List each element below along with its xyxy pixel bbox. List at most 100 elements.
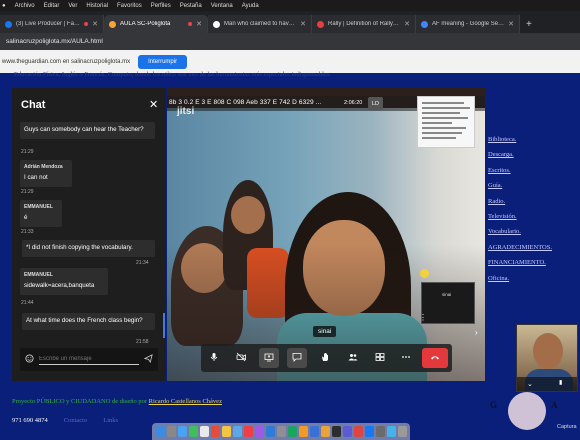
microphone-button[interactable] <box>204 348 224 368</box>
interrupt-button[interactable]: Interrumpir <box>138 54 188 69</box>
more-options-button[interactable] <box>396 348 416 368</box>
chat-message-input[interactable] <box>39 354 139 365</box>
notes-icon[interactable] <box>222 426 231 437</box>
facebook-app-icon[interactable] <box>365 426 374 437</box>
tab-rally-definition[interactable]: Rally | Definition of Rally by M... ✕ <box>312 15 416 33</box>
credit-text: Proyecto PÚBLICO y CIUDADANO de diseño p… <box>12 398 148 405</box>
new-tab-button[interactable]: + <box>520 19 538 33</box>
mail-icon[interactable] <box>200 426 209 437</box>
link-biblioteca[interactable]: Biblioteca. <box>488 136 552 143</box>
app-store-icon[interactable] <box>266 426 275 437</box>
keynote-icon[interactable] <box>310 426 319 437</box>
site-favicon-icon <box>109 20 116 28</box>
menu-archivo[interactable]: Archivo <box>15 3 35 9</box>
close-tab-icon[interactable]: ✕ <box>300 20 306 28</box>
messages-icon[interactable] <box>189 426 198 437</box>
tab-live-producer[interactable]: (3) Live Producer | Faceb... ✕ <box>0 15 104 33</box>
preview-icon[interactable] <box>376 426 385 437</box>
menu-historial[interactable]: Historial <box>86 3 108 9</box>
google-icon <box>421 20 428 28</box>
numbers-icon[interactable] <box>288 426 297 437</box>
downloads-icon[interactable] <box>387 426 396 437</box>
chat-message: EMMANUEL é <box>20 200 62 228</box>
tab-title: Rally | Definition of Rally by M... <box>328 21 400 27</box>
link-guia[interactable]: Guía. <box>488 182 552 189</box>
quality-badge[interactable]: LD <box>368 97 383 110</box>
link-vocabulario[interactable]: Vocabulario. <box>488 228 552 235</box>
chevron-right-icon[interactable]: › <box>475 328 478 337</box>
hang-up-button[interactable] <box>422 348 448 368</box>
link-oficina[interactable]: Oficina. <box>488 275 552 282</box>
tab-title: AULA SC-Poliglota <box>120 21 171 27</box>
participant-thumbnail[interactable] <box>421 282 475 324</box>
links-link[interactable]: Links <box>103 417 118 424</box>
more-vertical-icon[interactable]: ⋮ <box>419 313 427 322</box>
address-bar[interactable]: salinacruzpoliglota.mx/AULA.html <box>0 33 580 50</box>
message-sender: Adrián Mendoza <box>24 164 63 170</box>
podcasts-icon[interactable] <box>255 426 264 437</box>
tab-af-meaning[interactable]: AF meaning - Google Search ✕ <box>416 15 520 33</box>
safari-icon[interactable] <box>178 426 187 437</box>
menu-ventana[interactable]: Ventana <box>211 3 233 9</box>
menu-pestana[interactable]: Pestaña <box>180 3 202 9</box>
settings-icon[interactable] <box>277 426 286 437</box>
calendar-icon[interactable] <box>211 426 220 437</box>
tab-man-who-claimed[interactable]: Man who claimed to have... ✕ <box>208 15 312 33</box>
chat-scrollbar[interactable] <box>163 313 165 338</box>
finder-icon[interactable] <box>156 426 165 437</box>
terminal-icon[interactable] <box>332 426 341 437</box>
participants-icon <box>348 352 358 364</box>
link-escritos[interactable]: Escritos. <box>488 167 552 174</box>
link-descarga[interactable]: Descarga. <box>488 151 552 158</box>
menu-ayuda[interactable]: Ayuda <box>242 3 259 9</box>
obs-icon[interactable] <box>354 426 363 437</box>
zoom-icon[interactable] <box>343 426 352 437</box>
tile-view-button[interactable] <box>370 348 390 368</box>
credit-author-link[interactable]: Ricardo Castellanos Chávez <box>149 398 222 405</box>
screen-share-button[interactable] <box>259 348 279 368</box>
contact-link[interactable]: Contacto <box>64 417 87 424</box>
raise-hand-button[interactable] <box>315 348 335 368</box>
music-icon[interactable] <box>244 426 253 437</box>
page-intro-text: Educación Física, Inglés o Francés, Comp… <box>14 71 331 78</box>
launchpad-icon[interactable] <box>167 426 176 437</box>
microphone-icon[interactable]: ▮ <box>559 379 562 386</box>
emoji-icon[interactable] <box>25 354 34 365</box>
link-television[interactable]: Televisión. <box>488 213 552 220</box>
menu-perfiles[interactable]: Perfiles <box>151 3 171 9</box>
trash-icon[interactable] <box>398 426 407 437</box>
camera-off-icon <box>236 352 246 364</box>
thumbnail-name: sinai <box>442 292 452 297</box>
pages-icon[interactable] <box>299 426 308 437</box>
close-tab-icon[interactable]: ✕ <box>404 20 410 28</box>
chat-toggle-button[interactable] <box>287 348 307 368</box>
decorative-ball <box>508 392 546 430</box>
tab-title: AF meaning - Google Search <box>432 21 505 27</box>
link-radio[interactable]: Radio. <box>488 198 552 205</box>
menu-favoritos[interactable]: Favoritos <box>117 3 142 9</box>
link-financiamiento[interactable]: FINANCIAMIENTO. <box>488 259 552 266</box>
close-tab-icon[interactable]: ✕ <box>196 20 202 28</box>
self-view-camera[interactable]: ⌄ ▮ <box>516 324 578 392</box>
close-icon[interactable]: ✕ <box>149 98 158 111</box>
url-text[interactable]: salinacruzpoliglota.mx/AULA.html <box>6 38 103 45</box>
chrome-icon[interactable] <box>321 426 330 437</box>
facebook-icon <box>5 20 12 28</box>
menu-ver[interactable]: Ver <box>68 3 77 9</box>
apple-icon[interactable]: ● <box>2 3 6 9</box>
chevron-down-icon[interactable]: ⌄ <box>527 380 533 388</box>
link-agradecimientos[interactable]: AGRADECIMIENTOS. <box>488 244 552 251</box>
send-icon[interactable] <box>143 354 153 365</box>
photos-icon[interactable] <box>233 426 242 437</box>
close-tab-icon[interactable]: ✕ <box>92 20 98 28</box>
message-sender: EMMANUEL <box>24 204 53 210</box>
capture-label: Captura <box>557 424 577 430</box>
sharing-notification-bar: www.theguardian.com en salinacruzpoliglo… <box>0 50 580 73</box>
shared-document-thumbnail[interactable] <box>417 96 475 148</box>
meeting-timer: 2:06:20 <box>344 100 363 106</box>
participants-button[interactable] <box>343 348 363 368</box>
close-tab-icon[interactable]: ✕ <box>508 20 514 28</box>
tab-aula-poliglota[interactable]: AULA SC-Poliglota ✕ <box>104 15 208 33</box>
camera-button[interactable] <box>231 348 251 368</box>
menu-editar[interactable]: Editar <box>44 3 60 9</box>
